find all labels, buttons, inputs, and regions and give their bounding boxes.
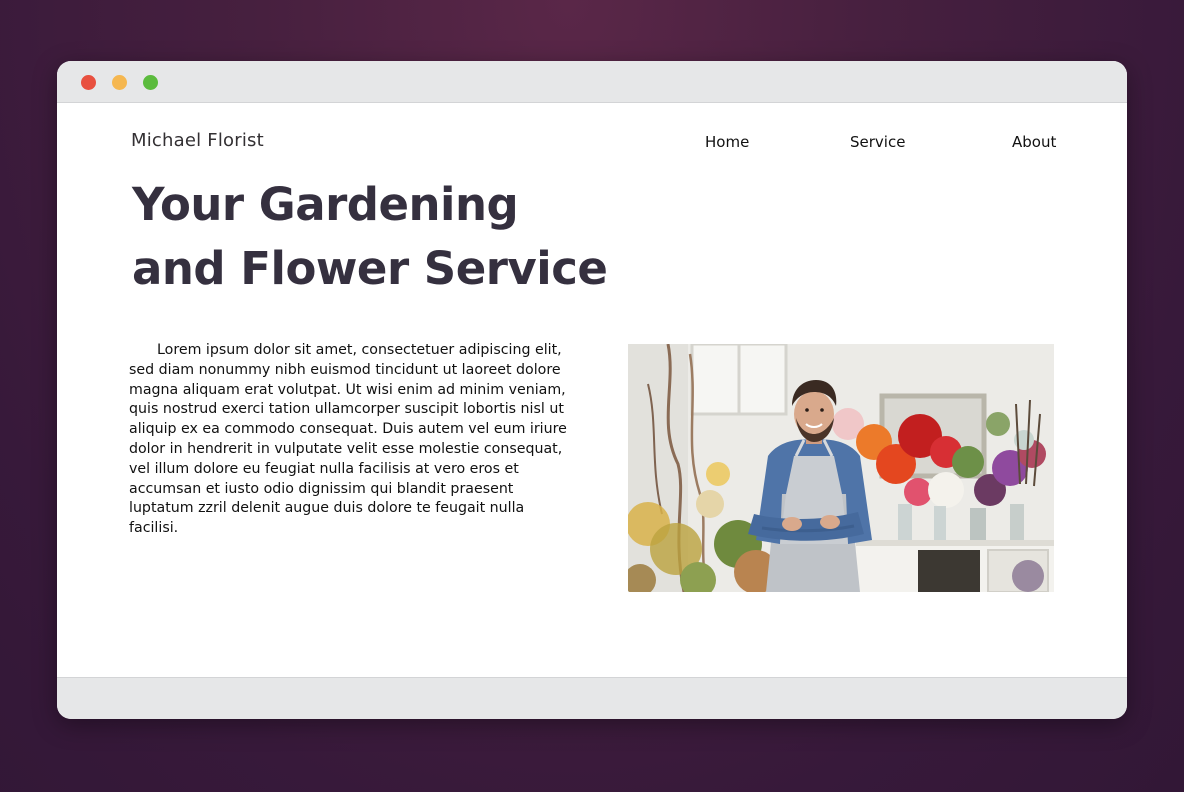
close-window-button[interactable] [81, 75, 96, 90]
nav-link-home[interactable]: Home [705, 133, 749, 151]
minimize-window-button[interactable] [112, 75, 127, 90]
brand-logo[interactable]: Michael Florist [131, 130, 264, 151]
hero-title-line-1: Your Gardening [132, 178, 519, 231]
window-titlebar [57, 61, 1127, 103]
nav-link-service[interactable]: Service [850, 133, 905, 151]
hero-title-line-2: and Flower Service [132, 242, 608, 295]
body-paragraph: Lorem ipsum dolor sit amet, consectetuer… [129, 342, 567, 537]
nav-link-about[interactable]: About [1012, 133, 1056, 151]
browser-window: Michael Florist Home Service About Your … [57, 61, 1127, 719]
zoom-window-button[interactable] [143, 75, 158, 90]
florist-photo [628, 344, 1054, 592]
page-content: Michael Florist Home Service About Your … [57, 103, 1127, 677]
window-footer [57, 677, 1127, 719]
hero-title: Your Gardening and Flower Service [132, 173, 652, 301]
